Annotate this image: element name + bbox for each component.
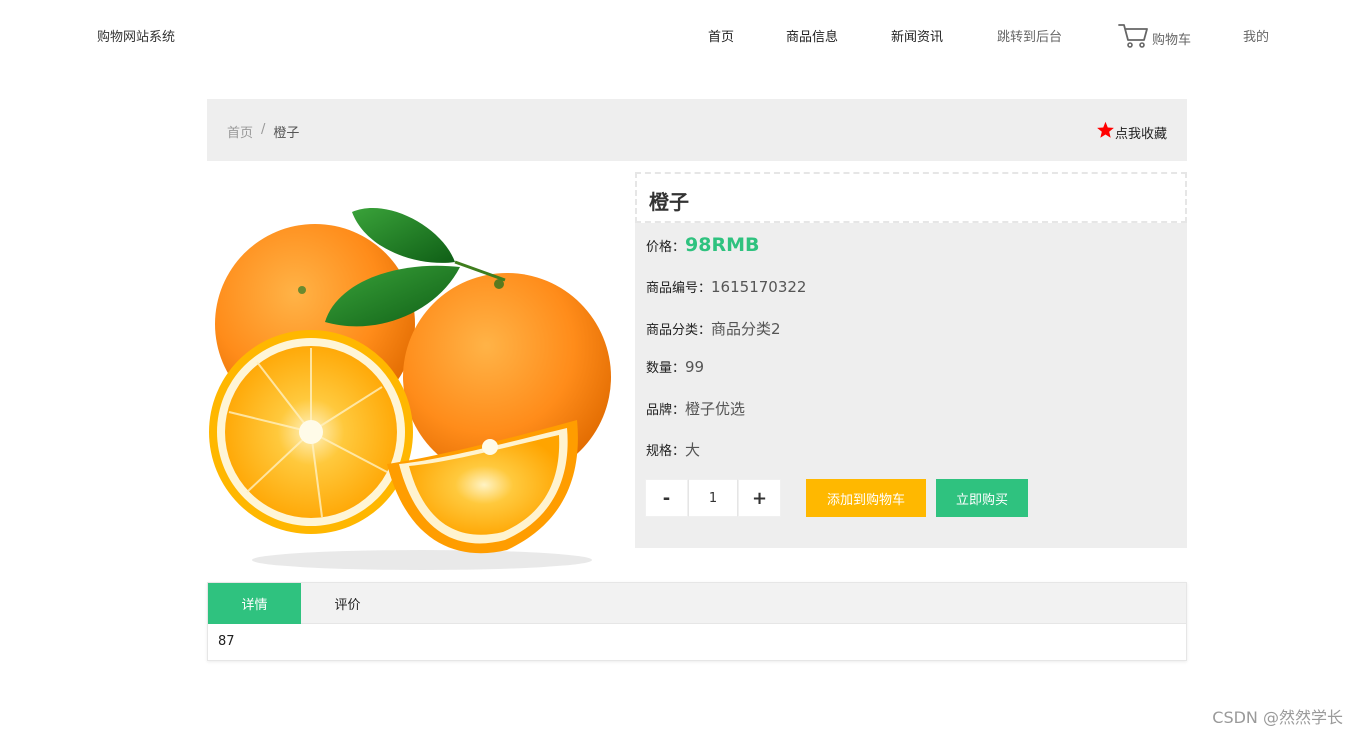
spec-row: 规格： 大 bbox=[646, 439, 700, 460]
product-image bbox=[207, 172, 617, 572]
quantity-value: 99 bbox=[685, 358, 705, 376]
nav-item-products[interactable]: 商品信息 bbox=[786, 26, 838, 45]
star-icon bbox=[1096, 121, 1115, 143]
spec-value: 大 bbox=[685, 441, 701, 459]
increase-button[interactable]: + bbox=[738, 479, 781, 517]
price-value: 98RMB bbox=[685, 234, 760, 256]
detail-tabs: 详情 评价 87 bbox=[207, 582, 1187, 661]
nav-item-admin[interactable]: 跳转到后台 bbox=[997, 26, 1062, 45]
amount-input[interactable] bbox=[688, 479, 738, 517]
code-row: 商品编号： 1615170322 bbox=[646, 277, 806, 296]
tab-content: 87 bbox=[218, 634, 235, 649]
main-nav: 首页 商品信息 新闻资讯 跳转到后台 购物车 我的 bbox=[0, 24, 1359, 50]
buy-now-button[interactable]: 立即购买 bbox=[936, 479, 1028, 517]
brand-row: 品牌： 橙子优选 bbox=[646, 398, 745, 419]
product-title-box: 橙子 bbox=[635, 172, 1187, 223]
tab-details[interactable]: 详情 bbox=[208, 583, 301, 624]
add-to-cart-button[interactable]: 添加到购物车 bbox=[806, 479, 926, 517]
breadcrumb-current: 橙子 bbox=[273, 126, 300, 141]
category-row: 商品分类： 商品分类2 bbox=[646, 318, 781, 339]
category-label: 商品分类： bbox=[646, 323, 712, 338]
nav-item-home[interactable]: 首页 bbox=[708, 26, 734, 45]
price-row: 价格： 98RMB bbox=[646, 234, 759, 256]
spec-label: 规格： bbox=[646, 444, 686, 459]
favorite-label: 点我收藏 bbox=[1114, 126, 1167, 142]
quantity-stepper: - + bbox=[645, 479, 781, 517]
category-value: 商品分类2 bbox=[711, 320, 781, 338]
watermark: CSDN @然然学长 bbox=[1212, 708, 1343, 727]
nav-item-mine[interactable]: 我的 bbox=[1243, 26, 1269, 45]
tab-reviews[interactable]: 评价 bbox=[301, 583, 394, 624]
product-info-panel: 橙子 价格： 98RMB 商品编号： 1615170322 商品分类： 商品分类… bbox=[635, 172, 1187, 548]
top-header: 购物网站系统 首页 商品信息 新闻资讯 跳转到后台 购物车 我的 bbox=[0, 0, 1359, 70]
breadcrumb: 首页 / 橙子 bbox=[227, 122, 299, 141]
price-label: 价格： bbox=[646, 240, 686, 255]
breadcrumb-home[interactable]: 首页 bbox=[227, 122, 253, 141]
favorite-button[interactable]: 点我收藏 bbox=[1096, 121, 1167, 143]
nav-item-cart[interactable]: 购物车 bbox=[1118, 21, 1191, 49]
brand-label: 品牌： bbox=[646, 403, 686, 418]
tab-header: 详情 评价 bbox=[208, 583, 1186, 624]
product-name: 橙子 bbox=[649, 190, 689, 214]
cart-label: 购物车 bbox=[1152, 33, 1192, 48]
breadcrumb-bar: 首页 / 橙子 点我收藏 bbox=[207, 99, 1187, 161]
nav-item-news[interactable]: 新闻资讯 bbox=[891, 26, 943, 45]
code-label: 商品编号： bbox=[646, 281, 712, 296]
quantity-label: 数量： bbox=[646, 361, 686, 376]
decrease-button[interactable]: - bbox=[645, 479, 688, 517]
breadcrumb-separator: / bbox=[261, 122, 266, 137]
code-value: 1615170322 bbox=[711, 278, 807, 296]
brand-value: 橙子优选 bbox=[685, 400, 746, 418]
cart-icon bbox=[1118, 23, 1150, 49]
quantity-row: 数量： 99 bbox=[646, 357, 704, 376]
